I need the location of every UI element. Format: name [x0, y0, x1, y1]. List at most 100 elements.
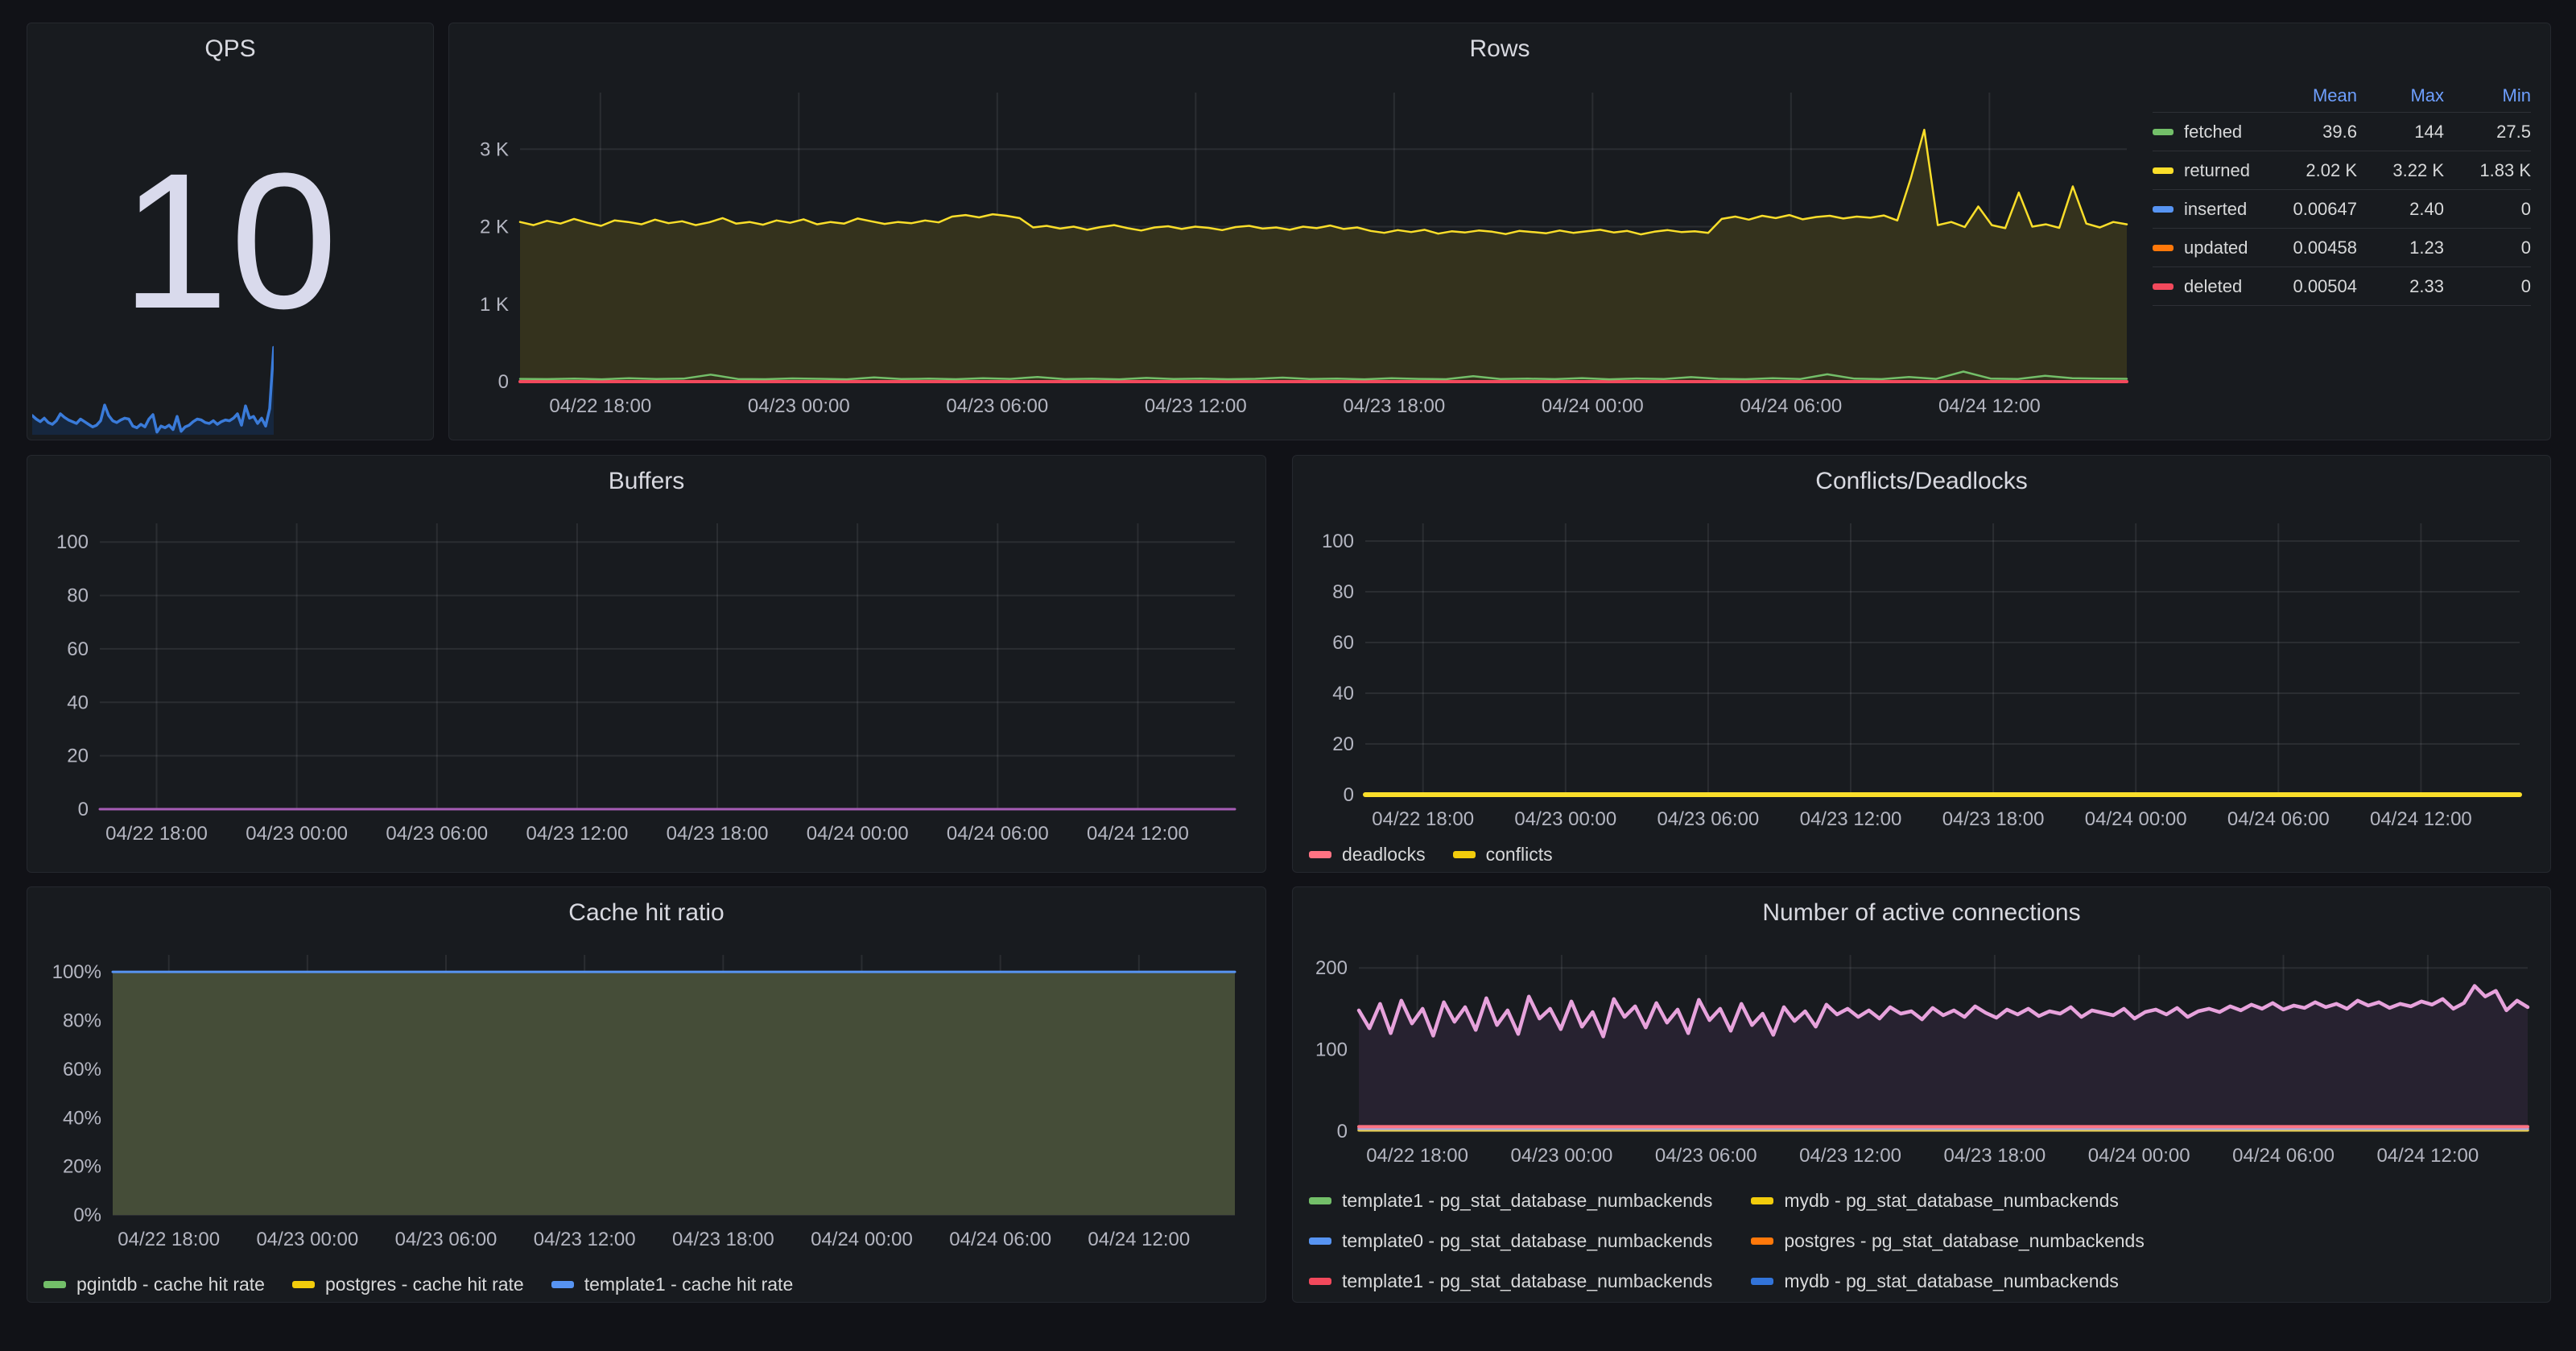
legend-item[interactable]: template0 - pg_stat_database_numbackends [1309, 1231, 1712, 1250]
legend-item[interactable]: deadlocks [1309, 845, 1426, 864]
y-axis-tick-label: 60 [1332, 632, 1354, 654]
series-toggle-fetched[interactable]: fetched [2153, 122, 2270, 143]
x-axis-tick-label: 04/23 00:00 [748, 395, 850, 417]
legend-table-header-min[interactable]: Min [2444, 85, 2531, 106]
qps-sparkline[interactable] [32, 334, 274, 435]
stat-mean: 0.00647 [2270, 199, 2357, 220]
y-axis-tick-label: 0 [1344, 784, 1354, 806]
legend-table-header-mean[interactable]: Mean [2270, 85, 2357, 106]
series-color-swatch [1453, 851, 1476, 858]
series-toggle-returned[interactable]: returned [2153, 160, 2270, 181]
panel-cache-hit-ratio: Cache hit ratio 0%20%40%60%80%100%04/22 … [27, 886, 1266, 1303]
series-toggle-updated[interactable]: updated [2153, 238, 2270, 258]
legend-table-row: updated0.004581.230 [2153, 229, 2531, 267]
legend-item[interactable]: template1 - cache hit rate [551, 1275, 794, 1294]
y-axis-tick-label: 40% [63, 1107, 101, 1129]
x-axis-tick-label: 04/23 00:00 [1511, 1145, 1613, 1167]
x-axis-tick-label: 04/24 00:00 [2088, 1145, 2190, 1167]
legend-item-label: template1 - cache hit rate [584, 1275, 794, 1294]
legend-item-label: template0 - pg_stat_database_numbackends [1342, 1231, 1712, 1250]
series-toggle-inserted[interactable]: inserted [2153, 199, 2270, 220]
legend-item-label: postgres - pg_stat_database_numbackends [1784, 1231, 2145, 1250]
y-axis-tick-label: 40 [67, 692, 89, 713]
x-axis-tick-label: 04/24 06:00 [2227, 808, 2330, 830]
legend-table-header-row: MeanMaxMin [2153, 80, 2531, 113]
panel-title-qps[interactable]: QPS [27, 23, 433, 64]
series-area-returned [520, 130, 2127, 382]
legend-spacer [35, 854, 1257, 866]
stat-mean: 39.6 [2270, 122, 2357, 143]
y-axis-tick-label: 2 K [480, 217, 509, 238]
stat-max: 144 [2357, 122, 2444, 143]
stat-min: 0 [2444, 199, 2531, 220]
x-axis-tick-label: 04/24 12:00 [1938, 395, 2041, 417]
series-color-swatch [1309, 1237, 1331, 1245]
series-color-swatch [2153, 283, 2174, 290]
conflicts-chart[interactable]: 02040608010004/22 18:0004/23 00:0004/23 … [1301, 504, 2542, 835]
x-axis-tick-label: 04/24 12:00 [2376, 1145, 2479, 1167]
y-axis-tick-label: 80% [63, 1010, 101, 1032]
y-axis-tick-label: 20 [1332, 733, 1354, 755]
y-axis-tick-label: 40 [1332, 683, 1354, 704]
legend-item-label: conflicts [1486, 845, 1553, 864]
x-axis-tick-label: 04/22 18:00 [1372, 808, 1474, 830]
x-axis-tick-label: 04/23 06:00 [395, 1229, 497, 1250]
panel-title-rows[interactable]: Rows [449, 23, 2550, 64]
x-axis-tick-label: 04/24 06:00 [2232, 1145, 2334, 1167]
x-axis-tick-label: 04/23 12:00 [1799, 1145, 1901, 1167]
legend-item[interactable]: template1 - pg_stat_database_numbackends [1309, 1191, 1712, 1210]
rows-chart[interactable]: 01 K2 K3 K04/22 18:0004/23 00:0004/23 06… [457, 72, 2140, 433]
series-name: deleted [2184, 276, 2242, 297]
legend-table-header-max[interactable]: Max [2357, 85, 2444, 106]
x-axis-tick-label: 04/23 12:00 [1145, 395, 1247, 417]
stat-min: 0 [2444, 238, 2531, 258]
conflicts-legend: deadlocks conflicts [1301, 835, 2542, 866]
legend-item[interactable]: mydb - pg_stat_database_numbackends [1751, 1271, 2145, 1291]
series-color-swatch [2153, 206, 2174, 213]
panel-title-buffers[interactable]: Buffers [27, 456, 1265, 496]
stat-min: 0 [2444, 276, 2531, 297]
panel-title-conflicts[interactable]: Conflicts/Deadlocks [1293, 456, 2550, 496]
x-axis-tick-label: 04/23 06:00 [386, 823, 488, 845]
panel-buffers: Buffers 02040608010004/22 18:0004/23 00:… [27, 455, 1266, 873]
y-axis-tick-label: 0 [78, 799, 89, 820]
legend-item[interactable]: mydb - pg_stat_database_numbackends [1751, 1191, 2145, 1210]
panel-qps: QPS 10 [27, 23, 434, 440]
y-axis-tick-label: 20 [67, 746, 89, 767]
panel-rows: Rows 01 K2 K3 K04/22 18:0004/23 00:0004/… [448, 23, 2551, 440]
stat-mean: 0.00504 [2270, 276, 2357, 297]
y-axis-tick-label: 80 [1332, 581, 1354, 603]
series-name: returned [2184, 160, 2250, 181]
y-axis-tick-label: 100 [1322, 531, 1354, 552]
y-axis-tick-label: 60 [67, 638, 89, 660]
panel-title-connections[interactable]: Number of active connections [1293, 887, 2550, 928]
series-name: inserted [2184, 199, 2247, 220]
cache-chart[interactable]: 0%20%40%60%80%100%04/22 18:0004/23 00:00… [35, 936, 1257, 1265]
x-axis-tick-label: 04/23 18:00 [1942, 808, 2045, 830]
connections-chart[interactable]: 010020004/22 18:0004/23 00:0004/23 06:00… [1301, 936, 2542, 1180]
buffers-chart[interactable]: 02040608010004/22 18:0004/23 00:0004/23 … [35, 504, 1257, 854]
legend-item-label: pgintdb - cache hit rate [76, 1275, 265, 1294]
panel-title-cache[interactable]: Cache hit ratio [27, 887, 1265, 928]
series-color-swatch [1309, 851, 1331, 858]
y-axis-tick-label: 100 [56, 531, 89, 553]
x-axis-tick-label: 04/23 06:00 [946, 395, 1048, 417]
x-axis-tick-label: 04/23 06:00 [1657, 808, 1759, 830]
series-name: updated [2184, 238, 2248, 258]
x-axis-tick-label: 04/24 00:00 [807, 823, 909, 845]
y-axis-tick-label: 20% [63, 1156, 101, 1178]
series-name: fetched [2184, 122, 2242, 143]
series-toggle-deleted[interactable]: deleted [2153, 276, 2270, 297]
legend-item[interactable]: postgres - cache hit rate [292, 1275, 524, 1294]
x-axis-tick-label: 04/24 12:00 [1087, 823, 1189, 845]
legend-item[interactable]: pgintdb - cache hit rate [43, 1275, 265, 1294]
legend-item[interactable]: conflicts [1453, 845, 1553, 864]
x-axis-tick-label: 04/23 18:00 [1943, 1145, 2046, 1167]
x-axis-tick-label: 04/22 18:00 [118, 1229, 220, 1250]
y-axis-tick-label: 80 [67, 585, 89, 607]
legend-item[interactable]: postgres - pg_stat_database_numbackends [1751, 1231, 2145, 1250]
legend-item[interactable]: template1 - pg_stat_database_numbackends [1309, 1271, 1712, 1291]
stat-max: 2.40 [2357, 199, 2444, 220]
cache-legend: pgintdb - cache hit rate postgres - cache… [35, 1265, 1257, 1295]
stat-mean: 2.02 K [2270, 160, 2357, 181]
